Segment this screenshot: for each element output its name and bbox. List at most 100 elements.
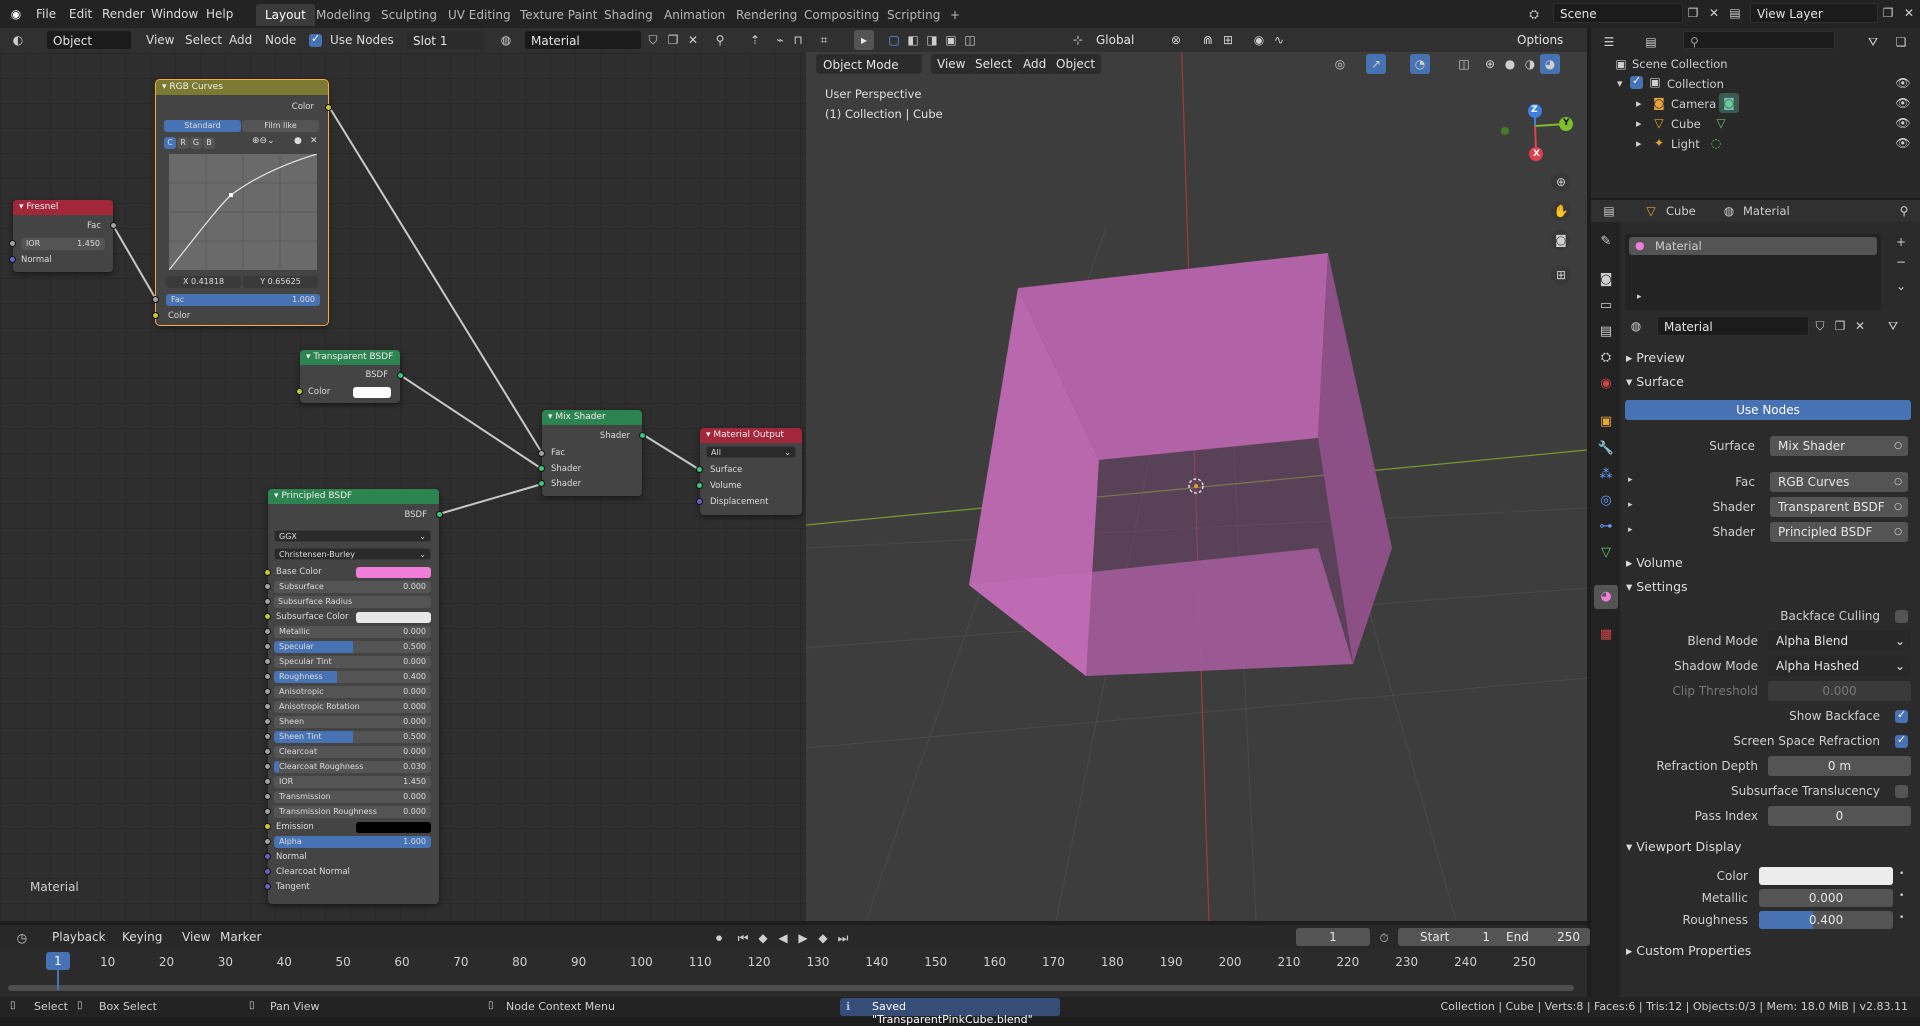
principled-input-socket[interactable] <box>264 643 271 650</box>
menu-help[interactable]: Help <box>198 4 241 24</box>
world-tab-icon[interactable]: ◉ <box>1594 372 1618 396</box>
new-collection-icon[interactable]: ❏ <box>1891 32 1911 52</box>
node-menu-view[interactable]: View <box>138 30 182 50</box>
camera-view-icon[interactable]: ◙ <box>1551 230 1571 250</box>
transparent-color-swatch[interactable] <box>353 387 391 398</box>
material-browse-icon[interactable]: ◍ <box>496 30 516 50</box>
principled-input-socket[interactable] <box>264 808 271 815</box>
principled-value-field[interactable]: Anisotropic 0.000 <box>274 686 431 698</box>
curve-close-icon[interactable]: ✕ <box>310 136 318 146</box>
cube-expand-icon[interactable]: ▸ <box>1636 117 1642 130</box>
mix-shader-node[interactable]: ▾ Mix Shader Shader Fac Shader Shader <box>538 410 646 496</box>
fresnel-ior-field[interactable]: IOR 1.450 <box>21 238 105 250</box>
menu-window[interactable]: Window <box>143 4 206 24</box>
curve-reset-icon[interactable]: ● <box>294 136 302 146</box>
workspace-tab-modeling[interactable]: Modeling <box>307 4 380 26</box>
workspace-tab-uv-editing[interactable]: UV Editing <box>439 4 520 26</box>
principled-value-field[interactable]: Transmission 0.000 <box>274 791 431 803</box>
scene-icon[interactable]: ⛭ <box>1524 4 1544 24</box>
scene-tab-icon[interactable]: ⛭ <box>1594 346 1618 370</box>
settings-panel-header[interactable]: ▾ Settings <box>1626 579 1688 594</box>
shader1-expand-icon[interactable]: ▸ <box>1628 500 1633 510</box>
use-nodes-button[interactable]: Use Nodes <box>1625 400 1911 420</box>
subsurface-method-select[interactable]: Christensen-Burley ⌄ <box>274 548 431 560</box>
object-mode-select[interactable]: Object Mode <box>816 54 936 74</box>
use-nodes-checkbox[interactable] <box>309 32 322 47</box>
output-volume-socket[interactable] <box>696 482 703 489</box>
editor-type-icon[interactable]: ◐ <box>8 30 28 50</box>
transparent-bsdf-output-socket[interactable] <box>397 372 404 379</box>
pass-index-field[interactable]: 0 <box>1768 806 1911 826</box>
ortho-toggle-icon[interactable]: ⊞ <box>1551 265 1571 285</box>
outliner-item-camera[interactable]: Camera <box>1671 97 1716 111</box>
principled-input-socket[interactable] <box>264 583 271 590</box>
mix-shader2-socket[interactable] <box>538 480 545 487</box>
shader2-expand-icon[interactable]: ▸ <box>1628 525 1633 535</box>
snap-target-icon[interactable]: ⊞ <box>1218 30 1238 50</box>
view-layer-field[interactable]: View Layer <box>1750 3 1878 23</box>
principled-value-field[interactable]: Clearcoat Roughness 0.030 <box>274 761 431 773</box>
browse-material-icon[interactable]: ◍ <box>1626 316 1646 336</box>
material-tab-icon[interactable]: ◕ <box>1594 585 1618 609</box>
shadow-mode-select[interactable]: Alpha Hashed ⌄ <box>1768 656 1911 676</box>
principled-value-field[interactable]: Specular Tint 0.000 <box>274 656 431 668</box>
principled-input-socket[interactable] <box>264 778 271 785</box>
slot-specials-icon[interactable]: ⌄ <box>1891 276 1911 296</box>
curve-graph[interactable] <box>169 154 317 270</box>
principled-value-field[interactable]: Alpha 1.000 <box>274 836 431 848</box>
mix-fac-socket[interactable] <box>538 450 545 457</box>
principled-input-socket[interactable] <box>264 673 271 680</box>
3d-viewport[interactable] <box>806 28 1587 921</box>
timeline-editor-icon[interactable]: ◷ <box>12 928 32 948</box>
principled-value-field[interactable]: Sheen 0.000 <box>274 716 431 728</box>
vd-roughness-anim-icon[interactable]: • <box>1899 913 1904 923</box>
output-target-select[interactable]: All ⌄ <box>706 446 796 458</box>
zoom-icon[interactable]: ⊕ <box>1551 172 1571 192</box>
principled-input-socket[interactable] <box>264 703 271 710</box>
principled-value-field[interactable]: Roughness 0.400 <box>274 671 431 683</box>
view-layer-tab-icon[interactable]: ▤ <box>1594 320 1618 344</box>
shading-rendered-icon[interactable]: ◕ <box>1540 54 1560 74</box>
slot-select[interactable]: Slot 1 <box>406 30 486 50</box>
workspace-tab-texture-paint[interactable]: Texture Paint <box>511 4 606 26</box>
outliner-search-input[interactable]: ⚲ <box>1683 31 1835 49</box>
select-subtract-icon[interactable]: ◨ <box>922 30 942 50</box>
transparent-color-socket[interactable] <box>296 388 303 395</box>
fresnel-normal-socket[interactable] <box>9 256 16 263</box>
menu-file[interactable]: File <box>28 4 64 24</box>
principled-input-socket[interactable] <box>264 733 271 740</box>
base-color-socket[interactable] <box>264 569 271 576</box>
principled-color-swatch[interactable] <box>356 612 431 623</box>
curves-color-input-socket[interactable] <box>152 312 159 319</box>
principled-color-swatch[interactable] <box>356 822 431 833</box>
camera-data-icon[interactable]: ◙ <box>1719 93 1739 113</box>
principled-input-socket[interactable] <box>264 628 271 635</box>
light-expand-icon[interactable]: ▸ <box>1636 137 1642 150</box>
distribution-select[interactable]: GGX ⌄ <box>274 530 431 542</box>
timeline-menu-marker[interactable]: Marker <box>212 927 269 947</box>
collection-label[interactable]: Collection <box>1667 77 1724 91</box>
sss-translucency-checkbox[interactable] <box>1895 785 1908 798</box>
viewport-editor-type-icon[interactable]: ⌗ <box>814 30 834 50</box>
select-invert-icon[interactable]: ▣ <box>941 30 961 50</box>
add-workspace-button[interactable]: + <box>941 4 969 26</box>
refraction-depth-field[interactable]: 0 m <box>1768 756 1911 776</box>
properties-pin-icon[interactable]: ⚲ <box>1894 201 1914 221</box>
data-tab-icon[interactable]: ▽ <box>1594 541 1618 565</box>
light-data-icon[interactable]: ◌ <box>1706 133 1726 153</box>
falloff-icon[interactable]: ∿ <box>1269 30 1289 50</box>
timer-icon[interactable]: ⏱ <box>1374 928 1394 948</box>
texture-tab-icon[interactable]: ▦ <box>1594 623 1618 647</box>
delete-scene-icon[interactable]: ✕ <box>1704 3 1724 23</box>
vd-roughness-field[interactable]: 0.400 <box>1759 911 1893 929</box>
channel-g-button[interactable]: G <box>190 137 202 149</box>
material-slot-item[interactable]: ● Material <box>1629 237 1877 255</box>
outliner-item-light[interactable]: Light <box>1671 137 1700 151</box>
new-scene-icon[interactable]: ❐ <box>1683 3 1703 23</box>
principled-input-socket[interactable] <box>264 688 271 695</box>
rgb-curves-node[interactable]: ▾ RGB Curves Color Standard Film like C … <box>152 79 332 326</box>
jump-end-icon[interactable]: ⏭ <box>833 928 853 948</box>
workspace-tab-compositing[interactable]: Compositing <box>795 4 888 26</box>
shader1-input-select[interactable]: Transparent BSDF ○ <box>1770 497 1908 517</box>
volume-panel-header[interactable]: ▸ Volume <box>1626 555 1683 570</box>
